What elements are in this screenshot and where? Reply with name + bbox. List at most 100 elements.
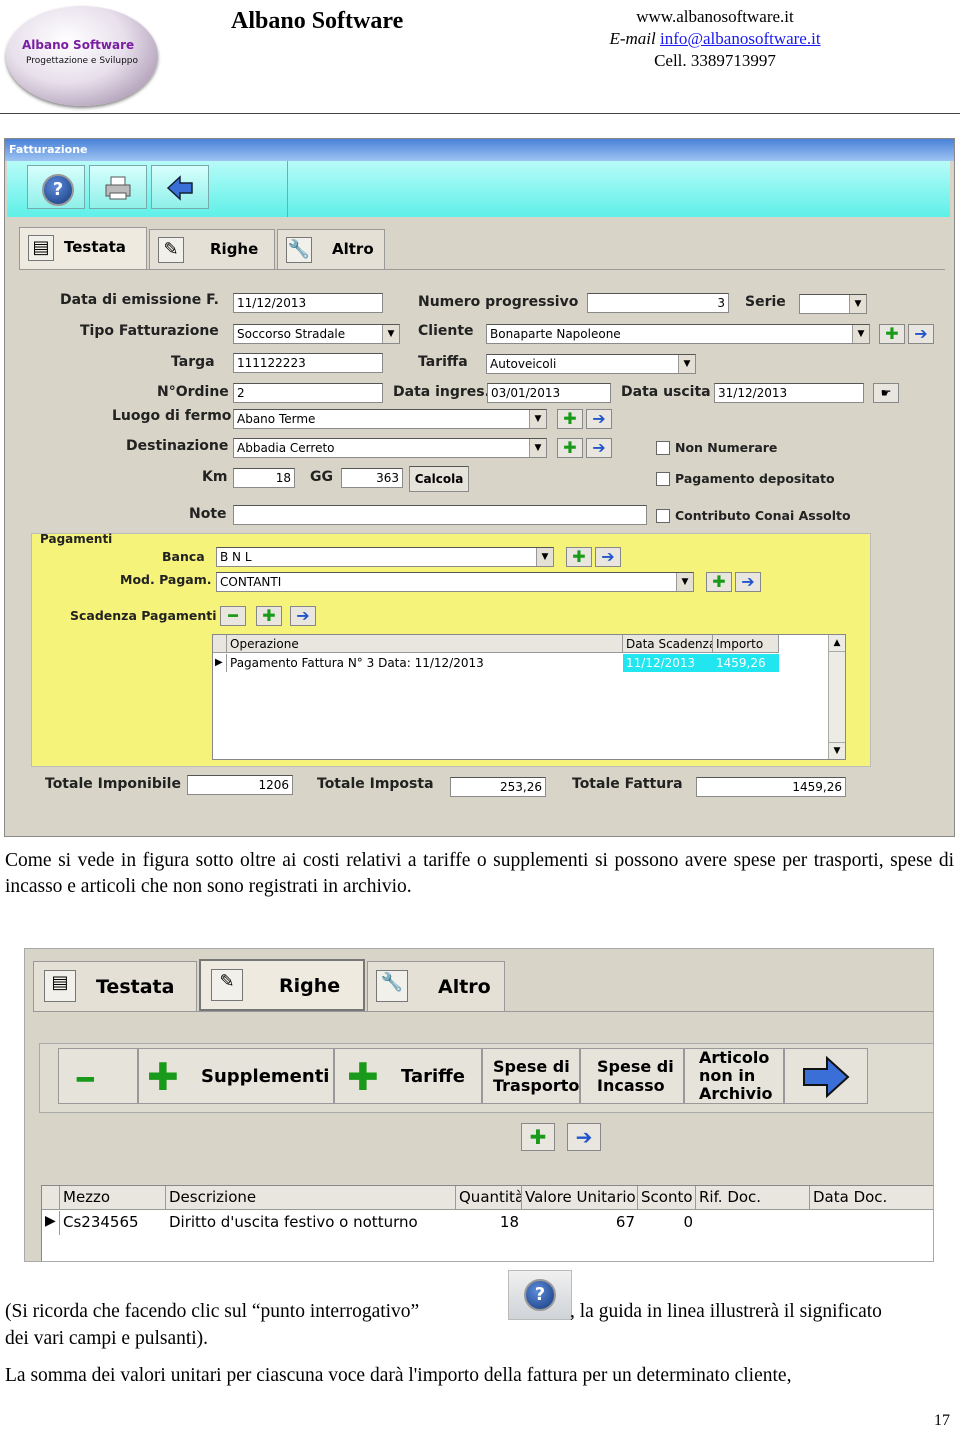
km-field[interactable]: 18: [233, 468, 295, 488]
articolo-non-archivio-button[interactable]: Articolo non in Archivio: [684, 1048, 784, 1104]
luogo-fermo-select[interactable]: Abano Terme ▼: [233, 409, 547, 429]
banca-label: Banca: [162, 549, 205, 564]
tipo-fatturazione-label: Tipo Fatturazione: [80, 323, 219, 339]
tariffe-button[interactable]: ✚ Tariffe: [334, 1048, 482, 1104]
data-emissione-label: Data di emissione F.: [60, 292, 219, 308]
mod-pagam-label: Mod. Pagam.: [120, 572, 212, 587]
gg-field[interactable]: 363: [341, 468, 403, 488]
chevron-down-icon: ▼: [536, 548, 553, 566]
email-link[interactable]: info@albanosoftware.it: [660, 29, 821, 48]
totale-imposta-label: Totale Imposta: [317, 776, 434, 792]
add-riga-button[interactable]: ✚: [521, 1123, 555, 1151]
tariffa-label: Tariffa: [418, 354, 468, 370]
go-luogo-button[interactable]: ➔: [586, 409, 612, 429]
back-button[interactable]: [151, 165, 209, 209]
email-label: E-mail: [609, 29, 656, 48]
data-ingres-field[interactable]: 03/01/2013: [487, 383, 611, 403]
tab-altro[interactable]: 🔧 Altro: [277, 229, 385, 269]
help-button[interactable]: ?: [27, 165, 85, 209]
paragraph-2a: (Si ricorda che facendo clic sul “punto …: [5, 1301, 420, 1322]
scroll-up-icon[interactable]: ▲: [829, 635, 845, 652]
table-cell[interactable]: [810, 1211, 933, 1235]
tab-testata[interactable]: ▤ Testata: [33, 961, 197, 1011]
table-cell[interactable]: Cs234565: [60, 1211, 166, 1235]
nordine-label: N°Ordine: [157, 384, 229, 400]
totale-imposta-field[interactable]: 253,26: [450, 777, 546, 797]
tab-altro[interactable]: 🔧 Altro: [367, 961, 505, 1011]
tipo-fatturazione-select[interactable]: Soccorso Stradale ▼: [233, 324, 400, 344]
print-button[interactable]: [89, 165, 147, 209]
vertical-scrollbar[interactable]: ▲ ▼: [828, 635, 845, 759]
company-logo: Albano Software Progettazione e Sviluppo: [6, 6, 158, 106]
add-cliente-button[interactable]: ✚: [879, 324, 905, 344]
go-destinazione-button[interactable]: ➔: [586, 438, 612, 458]
non-numerare-checkbox[interactable]: [656, 441, 670, 455]
go-banca-button[interactable]: ➔: [595, 547, 621, 567]
go-scadenza-button[interactable]: ➔: [290, 606, 316, 626]
go-cliente-button[interactable]: ➔: [908, 324, 934, 344]
logo-title: Albano Software: [22, 38, 135, 52]
data-emissione-field[interactable]: 11/12/2013: [233, 293, 383, 313]
data-uscita-label: Data uscita: [621, 384, 711, 400]
next-button[interactable]: [784, 1048, 868, 1104]
add-banca-button[interactable]: ✚: [566, 547, 592, 567]
go-riga-button[interactable]: ➔: [567, 1123, 601, 1151]
banca-select[interactable]: B N L ▼: [216, 547, 554, 567]
tab-testata[interactable]: ▤ Testata: [19, 227, 147, 269]
righe-window: ▤ Testata ✎ Righe 🔧 Altro ━ ✚ Supplementi ✚ T…: [24, 948, 934, 1262]
table-cell[interactable]: 11/12/2013: [623, 654, 713, 672]
col-header: Mezzo: [60, 1186, 166, 1210]
col-header: Operazione: [227, 635, 623, 653]
add-destinazione-button[interactable]: ✚: [557, 438, 583, 458]
table-cell[interactable]: Diritto d'uscita festivo o notturno: [166, 1211, 456, 1235]
targa-field[interactable]: 111122223: [233, 353, 383, 373]
numero-progressivo-field[interactable]: 3: [587, 293, 729, 313]
table-cell[interactable]: 67: [522, 1211, 638, 1235]
plus-icon: ✚: [147, 1055, 179, 1099]
serie-select[interactable]: ▼: [799, 294, 867, 314]
table-cell[interactable]: 1459,26: [713, 654, 779, 672]
col-header: Rif. Doc.: [696, 1186, 810, 1210]
mod-pagam-select[interactable]: CONTANTI ▼: [216, 572, 694, 592]
luogo-fermo-label: Luogo di fermo: [112, 408, 232, 424]
data-ingres-label: Data ingres.: [393, 384, 490, 400]
add-luogo-button[interactable]: ✚: [557, 409, 583, 429]
tariffa-select[interactable]: Autoveicoli ▼: [486, 354, 696, 374]
remove-scadenza-button[interactable]: ━: [220, 606, 246, 626]
data-uscita-field[interactable]: 31/12/2013: [714, 383, 864, 403]
pagamento-depositato-checkbox[interactable]: [656, 472, 670, 486]
supplementi-button[interactable]: ✚ Supplementi: [138, 1048, 334, 1104]
destinazione-select[interactable]: Abbadia Cerreto ▼: [233, 438, 547, 458]
calcola-button[interactable]: Calcola: [409, 466, 469, 492]
spese-incasso-button[interactable]: Spese di Incasso: [580, 1048, 684, 1104]
note-field[interactable]: [233, 505, 647, 525]
destinazione-label: Destinazione: [126, 438, 229, 454]
add-mod-pagam-button[interactable]: ✚: [706, 572, 732, 592]
contributo-conai-checkbox[interactable]: [656, 509, 670, 523]
question-mark-icon: ?: [524, 1279, 556, 1311]
scroll-down-icon[interactable]: ▼: [829, 742, 845, 759]
website-link[interactable]: www.albanosoftware.it: [580, 6, 850, 28]
table-cell[interactable]: 0: [638, 1211, 696, 1235]
totale-imponibile-field[interactable]: 1206: [187, 775, 293, 795]
table-cell[interactable]: Pagamento Fattura N° 3 Data: 11/12/2013: [227, 654, 623, 672]
targa-label: Targa: [171, 354, 215, 370]
pagamenti-title: Pagamenti: [40, 532, 113, 546]
table-cell[interactable]: 18: [456, 1211, 522, 1235]
spese-trasporto-button[interactable]: Spese di Trasporto: [482, 1048, 580, 1104]
table-cell[interactable]: [696, 1211, 810, 1235]
toolbar: ?: [7, 161, 950, 217]
nordine-field[interactable]: 2: [233, 383, 383, 403]
tab-righe[interactable]: ✎ Righe: [149, 229, 275, 269]
cliente-select[interactable]: Bonaparte Napoleone ▼: [486, 324, 870, 344]
chevron-down-icon: ▼: [382, 325, 399, 343]
calendar-button[interactable]: ☛: [873, 383, 899, 403]
totale-fattura-field[interactable]: 1459,26: [696, 777, 846, 797]
plus-icon: ✚: [347, 1055, 379, 1099]
add-scadenza-button[interactable]: ✚: [256, 606, 282, 626]
remove-riga-button[interactable]: ━: [58, 1048, 138, 1104]
tab-righe[interactable]: ✎ Righe: [199, 959, 365, 1011]
go-mod-pagam-button[interactable]: ➔: [735, 572, 761, 592]
col-header: Quantità: [456, 1186, 522, 1210]
chevron-down-icon: ▼: [852, 325, 869, 343]
